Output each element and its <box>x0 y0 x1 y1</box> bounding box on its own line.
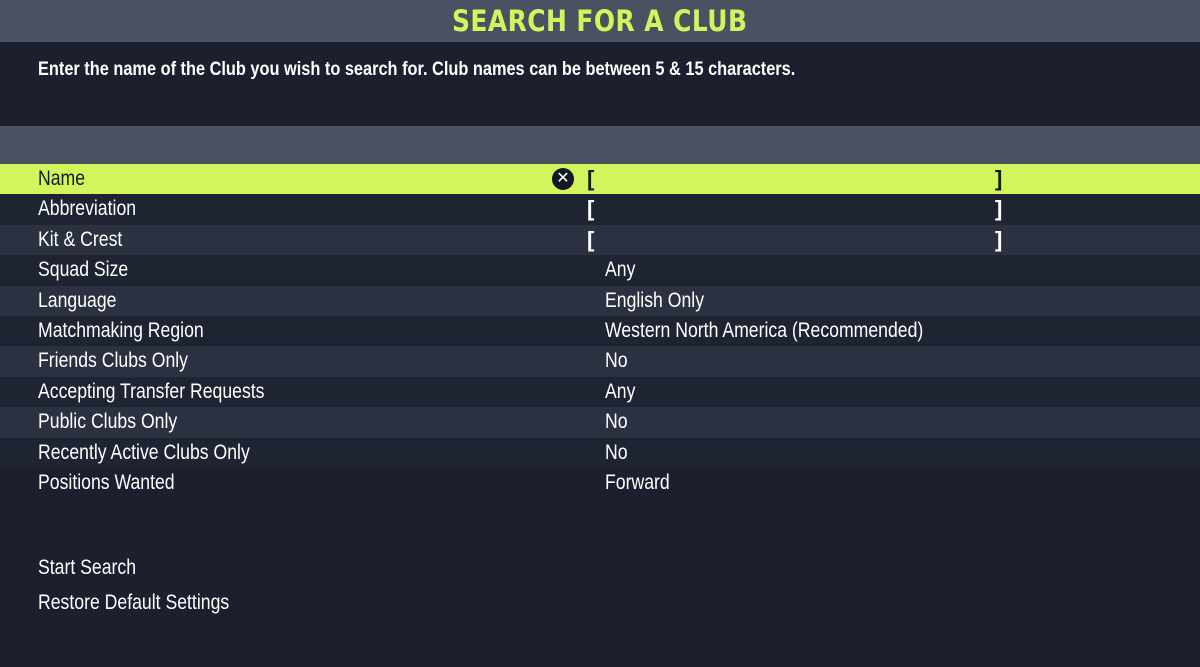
bracket-open: [ <box>587 226 595 252</box>
matchmaking-region-value[interactable]: Western North America (Recommended) <box>605 319 923 343</box>
squad-size-value[interactable]: Any <box>605 258 635 282</box>
row-label: Squad Size <box>38 258 129 282</box>
row-label: Matchmaking Region <box>38 318 204 342</box>
positions-wanted-value[interactable]: Forward <box>605 471 670 495</box>
search-form: Name ✕ [ ] Abbreviation [ ] Kit & Crest … <box>0 164 1200 499</box>
row-label: Positions Wanted <box>38 470 175 494</box>
row-label: Kit & Crest <box>38 227 123 251</box>
row-label: Friends Clubs Only <box>38 349 188 373</box>
row-label: Recently Active Clubs Only <box>38 440 250 464</box>
page-title: SEARCH FOR A CLUB <box>452 4 748 38</box>
row-label: Language <box>38 288 117 312</box>
form-row-public-clubs-only[interactable]: Public Clubs Only No <box>0 407 1200 438</box>
form-row-positions-wanted[interactable]: Positions Wanted Forward <box>0 467 1200 499</box>
restore-defaults-button[interactable]: Restore Default Settings <box>38 589 229 624</box>
title-bar: SEARCH FOR A CLUB <box>0 0 1200 42</box>
intro-panel: Enter the name of the Club you wish to s… <box>0 42 1200 126</box>
form-row-language[interactable]: Language English Only <box>0 285 1200 316</box>
row-label: Accepting Transfer Requests <box>38 379 265 403</box>
row-label: Abbreviation <box>38 197 137 221</box>
row-label: Public Clubs Only <box>38 410 178 434</box>
recently-active-clubs-only-value[interactable]: No <box>605 441 628 465</box>
public-clubs-only-value[interactable]: No <box>605 410 628 434</box>
form-row-squad-size[interactable]: Squad Size Any <box>0 255 1200 286</box>
bracket-close: ] <box>995 166 1003 191</box>
close-icon[interactable]: ✕ <box>552 168 574 190</box>
bracket-close: ] <box>995 226 1003 252</box>
form-row-abbreviation[interactable]: Abbreviation [ ] <box>0 194 1200 225</box>
start-search-button[interactable]: Start Search <box>38 554 229 589</box>
form-row-recently-active-clubs-only[interactable]: Recently Active Clubs Only No <box>0 437 1200 468</box>
actions-menu: Start Search Restore Default Settings <box>38 554 266 624</box>
form-row-accepting-transfer-requests[interactable]: Accepting Transfer Requests Any <box>0 376 1200 408</box>
bracket-open: [ <box>587 166 595 191</box>
row-label: Name <box>38 167 86 190</box>
section-divider <box>0 126 1200 164</box>
language-value[interactable]: English Only <box>605 289 704 313</box>
bracket-close: ] <box>995 196 1003 222</box>
form-row-kit-crest[interactable]: Kit & Crest [ ] <box>0 224 1200 256</box>
intro-text: Enter the name of the Club you wish to s… <box>38 59 796 80</box>
form-row-matchmaking-region[interactable]: Matchmaking Region Western North America… <box>0 315 1200 347</box>
form-row-friends-clubs-only[interactable]: Friends Clubs Only No <box>0 346 1200 377</box>
form-row-name[interactable]: Name ✕ [ ] <box>0 164 1200 195</box>
accepting-transfer-requests-value[interactable]: Any <box>605 380 635 404</box>
friends-clubs-only-value[interactable]: No <box>605 349 628 373</box>
bracket-open: [ <box>587 196 595 222</box>
